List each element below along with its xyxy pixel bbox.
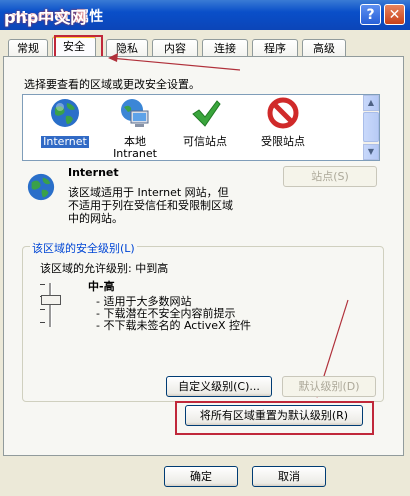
zone-title: Internet	[68, 166, 119, 179]
intranet-computer-icon	[121, 99, 149, 127]
zone-desc-line3: 中的网站。	[68, 212, 123, 225]
globe-icon	[27, 173, 55, 201]
zone-intranet-label: 本地 Intranet	[113, 135, 157, 160]
level-name: 中-高	[88, 280, 115, 293]
zone-restricted[interactable]: 受限站点	[243, 97, 323, 148]
zone-intranet[interactable]: 本地 Intranet	[95, 97, 175, 160]
slider-tick	[40, 322, 45, 323]
scroll-thumb[interactable]	[363, 112, 379, 142]
security-slider-track[interactable]	[49, 283, 52, 327]
ok-button[interactable]: 确定	[164, 466, 238, 487]
checkmark-icon	[192, 100, 221, 127]
slider-tick	[40, 309, 45, 310]
instruction-text: 选择要查看的区域或更改安全设置。	[24, 78, 200, 91]
level-point-3: - 不下载未签名的 ActiveX 控件	[96, 319, 252, 332]
security-slider-thumb[interactable]	[41, 295, 61, 305]
prohibited-icon	[267, 97, 299, 129]
allowed-level-text: 该区域的允许级别: 中到高	[40, 262, 169, 275]
zone-list-scrollbar[interactable]: ▲ ▼	[363, 95, 379, 160]
sites-button[interactable]: 站点(S)	[283, 166, 377, 187]
custom-level-button[interactable]: 自定义级别(C)...	[166, 376, 272, 397]
zone-internet-label: Internet	[41, 135, 89, 148]
zone-list[interactable]: Internet 本地 Intranet 可信站点 受限站点 ▲ ▼	[22, 94, 380, 161]
slider-tick	[40, 284, 45, 285]
globe-icon	[51, 99, 79, 127]
highlight-reset-button	[175, 401, 374, 435]
cancel-button[interactable]: 取消	[252, 466, 326, 487]
scroll-up-button[interactable]: ▲	[363, 95, 379, 111]
security-level-group-title: 该区域的安全级别(L)	[30, 240, 137, 256]
scroll-down-button[interactable]: ▼	[363, 144, 379, 160]
default-level-button[interactable]: 默认级别(D)	[282, 376, 376, 397]
zone-trusted[interactable]: 可信站点	[165, 97, 245, 148]
zone-restricted-label: 受限站点	[261, 135, 305, 148]
zone-trusted-label: 可信站点	[183, 135, 227, 148]
zone-internet[interactable]: Internet	[25, 97, 105, 148]
